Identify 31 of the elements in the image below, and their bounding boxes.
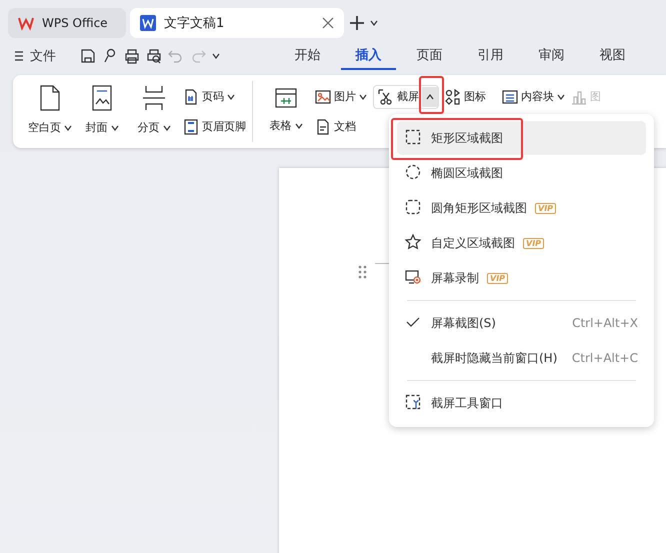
ribbon-button[interactable]: 图标 xyxy=(445,86,486,108)
ribbon-button[interactable]: 图片 xyxy=(315,86,367,108)
ribbon-button[interactable]: 内容块 xyxy=(502,86,565,108)
menu-item[interactable]: 椭圆区域截图 xyxy=(397,156,646,190)
vip-badge: VIP xyxy=(535,202,556,214)
ribbon-tab[interactable]: 视图 xyxy=(585,42,640,70)
screenshot-button[interactable]: 截屏 xyxy=(373,84,439,108)
document-tab[interactable]: 文字文稿1 xyxy=(130,8,344,38)
menu-item[interactable]: 截屏时隐藏当前窗口(H) Ctrl+Alt+C xyxy=(397,341,646,375)
menu-item[interactable]: 自定义区域截图 VIP xyxy=(397,226,646,260)
ribbon-button[interactable]: 分页 xyxy=(138,116,170,138)
ribbon-tab[interactable]: 审阅 xyxy=(524,42,579,70)
ribbon-button[interactable]: 表格 xyxy=(270,114,302,136)
ribbon-tab[interactable]: 引用 xyxy=(463,42,518,70)
menu-item[interactable]: 矩形区域截图 xyxy=(397,121,646,155)
ribbon-button[interactable]: 文档 xyxy=(315,116,367,138)
menu-item[interactable]: 截屏工具窗口 xyxy=(397,386,646,420)
ribbon-button[interactable]: 封面 xyxy=(86,116,118,138)
ribbon-button[interactable]: 页码 xyxy=(183,86,246,108)
ribbon-button[interactable]: 页眉页脚 xyxy=(183,116,246,138)
menu-item[interactable]: 屏幕录制 VIP xyxy=(397,261,646,295)
vip-badge: VIP xyxy=(523,238,544,248)
ribbon-tab[interactable]: 插入 xyxy=(341,42,396,70)
ribbon-tab[interactable]: 开始 xyxy=(280,42,335,70)
ribbon-button[interactable]: 空白页 xyxy=(28,116,72,138)
menu-item[interactable]: 屏幕截图(S) Ctrl+Alt+X xyxy=(397,306,646,340)
vip-badge: VIP xyxy=(487,272,508,284)
document-tab[interactable]: WPS Office xyxy=(8,8,126,38)
menu-item[interactable]: 圆角矩形区域截图 VIP xyxy=(397,191,646,225)
ribbon-tab[interactable]: 页面 xyxy=(402,42,457,70)
file-menu[interactable]: 文件 xyxy=(30,47,56,65)
